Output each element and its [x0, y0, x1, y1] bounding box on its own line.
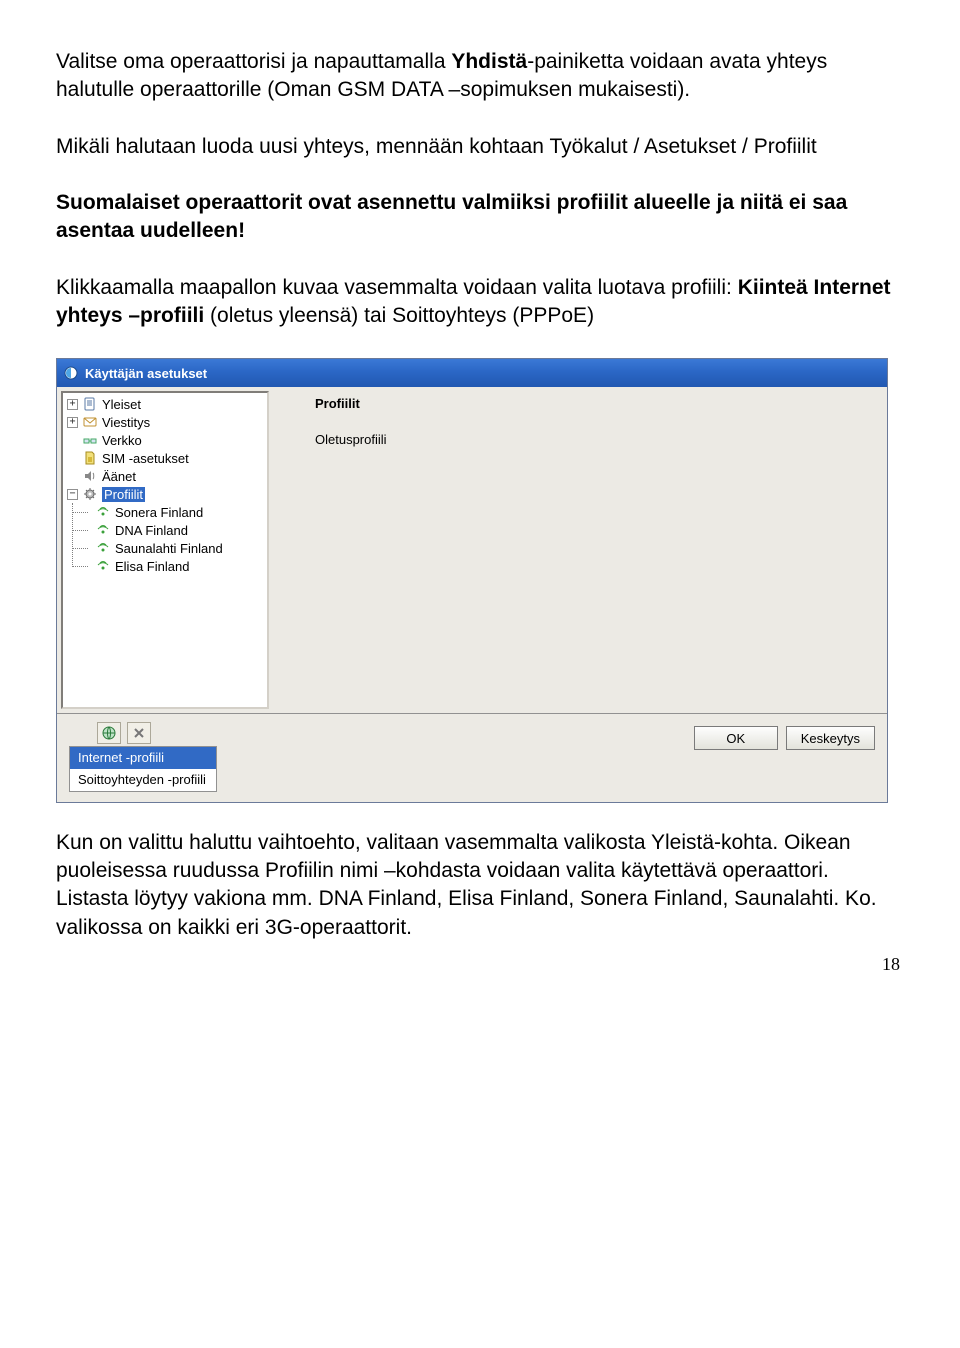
popup-item-dialup[interactable]: Soittoyhteyden -profiili — [70, 769, 216, 791]
tree-sub-sonera[interactable]: Sonera Finland — [83, 503, 267, 521]
tree-pane[interactable]: + Yleiset + Viestitys — [61, 391, 269, 709]
speaker-icon — [82, 468, 98, 484]
title-bar[interactable]: Käyttäjän asetukset — [57, 359, 887, 387]
window-body: + Yleiset + Viestitys — [57, 387, 887, 713]
settings-window: Käyttäjän asetukset + Yleiset + Viestity… — [56, 358, 888, 802]
expand-icon[interactable]: + — [67, 399, 78, 410]
bottom-bar: Internet -profiili Soittoyhteyden -profi… — [57, 713, 887, 801]
tree-label: DNA Finland — [115, 522, 188, 540]
page-icon — [82, 396, 98, 412]
tree-label: Profiilit — [102, 486, 145, 504]
app-icon — [63, 365, 79, 381]
sim-icon — [82, 450, 98, 466]
new-profile-button[interactable] — [97, 722, 121, 744]
tree-label: SIM -asetukset — [102, 450, 189, 468]
text: Valitse oma operaattorisi ja napauttamal… — [56, 50, 451, 73]
text: Klikkaamalla maapallon kuvaa vasemmalta … — [56, 276, 738, 299]
tree-label: Äänet — [102, 468, 136, 486]
ok-button[interactable]: OK — [694, 726, 778, 750]
paragraph-bold: Suomalaiset operaattorit ovat asennettu … — [56, 189, 904, 246]
tree-label: Saunalahti Finland — [115, 540, 223, 558]
signal-icon — [95, 540, 111, 556]
gear-icon — [82, 486, 98, 502]
paragraph: Mikäli halutaan luoda uusi yhteys, mennä… — [56, 133, 904, 161]
mail-icon — [82, 414, 98, 430]
tree-item-yleiset[interactable]: + Yleiset — [65, 395, 267, 413]
window-title: Käyttäjän asetukset — [85, 365, 207, 383]
tree-item-profiilit[interactable]: − Profiilit — [65, 485, 267, 503]
tree-sub-saunalahti[interactable]: Saunalahti Finland — [83, 539, 267, 557]
delete-icon — [131, 725, 147, 741]
tree-label: Elisa Finland — [115, 558, 189, 576]
tree-item-verkko[interactable]: Verkko — [65, 431, 267, 449]
network-icon — [82, 432, 98, 448]
cancel-button[interactable]: Keskeytys — [786, 726, 875, 750]
pane-sublabel: Oletusprofiili — [315, 431, 887, 449]
tree-sub-dna[interactable]: DNA Finland — [83, 521, 267, 539]
globe-icon — [101, 725, 117, 741]
text: (oletus yleensä) tai Soittoyhteys (PPPoE… — [204, 304, 594, 327]
signal-icon — [95, 558, 111, 574]
paragraph: Kun on valittu haluttu vaihtoehto, valit… — [56, 829, 904, 942]
pane-heading: Profiilit — [315, 395, 887, 413]
bold-text: Yhdistä — [451, 50, 527, 73]
paragraph: Valitse oma operaattorisi ja napauttamal… — [56, 48, 904, 105]
tree-label: Viestitys — [102, 414, 150, 432]
signal-icon — [95, 504, 111, 520]
detail-pane: Profiilit Oletusprofiili — [273, 387, 887, 713]
popup-item-internet[interactable]: Internet -profiili — [70, 747, 216, 769]
tree-item-sim[interactable]: SIM -asetukset — [65, 449, 267, 467]
delete-profile-button[interactable] — [127, 722, 151, 744]
collapse-icon[interactable]: − — [67, 489, 78, 500]
paragraph: Klikkaamalla maapallon kuvaa vasemmalta … — [56, 274, 904, 331]
tree-sub-elisa[interactable]: Elisa Finland — [83, 557, 267, 575]
tree-label: Sonera Finland — [115, 504, 203, 522]
tree-item-viestitys[interactable]: + Viestitys — [65, 413, 267, 431]
profile-type-popup[interactable]: Internet -profiili Soittoyhteyden -profi… — [69, 746, 217, 791]
tree-item-aanet[interactable]: Äänet — [65, 467, 267, 485]
tree-label: Yleiset — [102, 396, 141, 414]
signal-icon — [95, 522, 111, 538]
expand-icon[interactable]: + — [67, 417, 78, 428]
tree-label: Verkko — [102, 432, 142, 450]
page-number: 18 — [882, 952, 900, 976]
